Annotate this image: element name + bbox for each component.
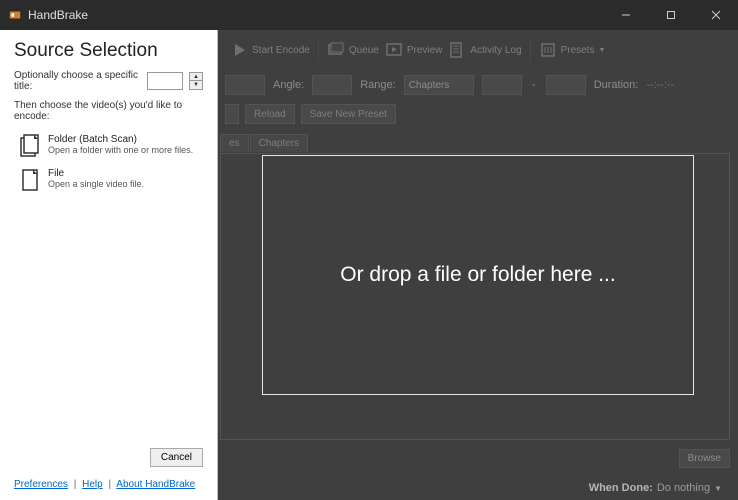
file-subtitle: Open a single video file. xyxy=(48,179,144,189)
range-label: Range: xyxy=(360,79,395,91)
activity-log-icon xyxy=(448,41,466,59)
when-done-label: When Done: xyxy=(589,482,653,494)
source-selection-panel: Source Selection Optionally choose a spe… xyxy=(0,30,218,500)
folder-subtitle: Open a folder with one or more files. xyxy=(48,145,193,155)
output-row: Browse xyxy=(220,444,730,472)
angle-dropdown[interactable] xyxy=(312,75,352,95)
tab-chapters[interactable]: Chapters xyxy=(250,134,309,152)
minimize-button[interactable] xyxy=(603,0,648,30)
optional-title-label: Optionally choose a specific title: xyxy=(14,70,141,92)
browse-button[interactable]: Browse xyxy=(679,449,730,468)
duration-value: --:--:-- xyxy=(646,79,674,91)
source-folder-item[interactable]: Folder (Batch Scan) Open a folder with o… xyxy=(0,130,217,164)
spinner-down-icon[interactable]: ▼ xyxy=(190,81,202,89)
spinner-up-icon[interactable]: ▲ xyxy=(190,73,202,81)
drop-zone-text: Or drop a file or folder here ... xyxy=(340,263,615,287)
maximize-button[interactable] xyxy=(648,0,693,30)
file-title: File xyxy=(48,168,144,179)
window-title: HandBrake xyxy=(28,8,88,22)
queue-label: Queue xyxy=(349,45,379,56)
preview-button[interactable]: Preview xyxy=(385,41,443,59)
activity-log-label: Activity Log xyxy=(470,45,521,56)
start-encode-button[interactable]: Start Encode xyxy=(230,41,310,59)
preview-label: Preview xyxy=(407,45,443,56)
file-icon xyxy=(20,168,40,192)
chevron-down-icon: ▼ xyxy=(598,47,605,54)
chevron-down-icon: ▼ xyxy=(714,484,722,493)
close-button[interactable] xyxy=(693,0,738,30)
when-done-value[interactable]: Do nothing xyxy=(657,482,710,494)
status-bar: When Done: Do nothing ▼ xyxy=(220,476,730,500)
title-dropdown[interactable] xyxy=(225,75,265,95)
range-end-dropdown[interactable] xyxy=(546,75,586,95)
preview-icon xyxy=(385,41,403,59)
activity-log-button[interactable]: Activity Log xyxy=(448,41,521,59)
title-bar: HandBrake xyxy=(0,0,738,30)
title-spinner[interactable]: ▲ ▼ xyxy=(189,72,203,90)
panel-title: Source Selection xyxy=(0,30,217,70)
help-link[interactable]: Help xyxy=(82,479,103,490)
queue-button[interactable]: Queue xyxy=(327,41,379,59)
folder-title: Folder (Batch Scan) xyxy=(48,134,193,145)
presets-label: Presets xyxy=(561,45,595,56)
instruction-text: Then choose the video(s) you'd like to e… xyxy=(0,100,217,130)
play-icon xyxy=(230,41,248,59)
specific-title-input[interactable] xyxy=(147,72,183,90)
save-new-preset-button[interactable]: Save New Preset xyxy=(301,104,396,124)
preset-dropdown[interactable] xyxy=(225,104,239,124)
range-type-dropdown[interactable]: Chapters xyxy=(404,75,474,95)
app-icon xyxy=(8,8,22,22)
duration-label: Duration: xyxy=(594,79,639,91)
reload-button[interactable]: Reload xyxy=(245,104,295,124)
angle-label: Angle: xyxy=(273,79,304,91)
range-start-dropdown[interactable] xyxy=(482,75,522,95)
tab-partial[interactable]: es xyxy=(220,134,249,152)
start-encode-label: Start Encode xyxy=(252,45,310,56)
footer-links: Preferences | Help | About HandBrake xyxy=(0,473,217,500)
presets-button[interactable]: Presets ▼ xyxy=(539,41,606,59)
queue-icon xyxy=(327,41,345,59)
cancel-button[interactable]: Cancel xyxy=(150,448,203,467)
folder-icon xyxy=(20,134,40,158)
drop-zone[interactable]: Or drop a file or folder here ... xyxy=(262,155,694,395)
about-link[interactable]: About HandBrake xyxy=(116,479,195,490)
preferences-link[interactable]: Preferences xyxy=(14,479,68,490)
presets-icon xyxy=(539,41,557,59)
source-file-item[interactable]: File Open a single video file. xyxy=(0,164,217,198)
range-dash: - xyxy=(530,79,538,91)
